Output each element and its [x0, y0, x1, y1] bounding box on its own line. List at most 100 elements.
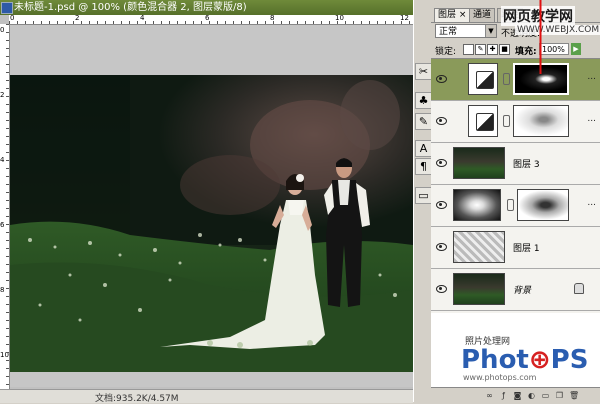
layer-name: 图层 1	[513, 244, 540, 254]
layer-name: 背景	[513, 286, 532, 296]
ruler-tick	[201, 21, 202, 24]
ruler-tick	[6, 368, 9, 369]
link-layers-icon[interactable]: ∞	[485, 391, 494, 400]
ruler-tick	[401, 21, 402, 24]
status-document-size[interactable]: 文档:935.2K/4.57M	[95, 391, 179, 404]
ruler-tick	[6, 216, 9, 217]
ruler-tick	[217, 21, 218, 24]
eye-icon[interactable]	[436, 200, 447, 209]
ruler-tick	[169, 21, 170, 24]
layer-row-background[interactable]: 背景	[431, 269, 600, 311]
logo-url: www.photops.com	[463, 373, 537, 382]
blend-mode-select[interactable]: 正常 ▼	[435, 24, 497, 38]
tab-layers[interactable]: 图层 ×	[434, 8, 471, 22]
ruler-tick	[153, 21, 154, 24]
watermark-url: WWW.WEBJX.COM	[515, 25, 600, 35]
paragraph-icon[interactable]: ¶	[415, 158, 432, 175]
fill-arrow-icon[interactable]: ▶	[571, 43, 581, 55]
ruler-tick	[6, 192, 9, 193]
layer-row-layer-3[interactable]: 图层 3	[431, 143, 600, 185]
canvas-area[interactable]	[10, 25, 413, 387]
text-icon[interactable]: A	[415, 140, 432, 157]
layer-row-channel-mixer-2[interactable]: ...	[431, 59, 600, 101]
ruler-tick	[73, 21, 74, 24]
layers-panel: 图层 × 通道 路径 正常 ▼ 不透明度: 锁定: ✎ ✚ ■ 填充: 100%…	[431, 0, 600, 403]
ruler-horizontal[interactable]: 0 2 4 6 8 10 12	[9, 14, 413, 25]
layer-row-gradient[interactable]: ...	[431, 185, 600, 227]
ruler-tick	[305, 21, 306, 24]
eye-icon[interactable]	[436, 116, 447, 125]
ruler-tick	[113, 21, 114, 24]
tools-icon[interactable]: ✂	[415, 63, 432, 80]
trash-icon[interactable]: 🗑	[569, 391, 579, 400]
ruler-tick	[6, 168, 9, 169]
ruler-tick	[6, 272, 9, 273]
lock-paint-icon[interactable]: ✎	[475, 44, 486, 55]
ruler-tick	[145, 21, 146, 24]
layer-thumbnail	[453, 231, 505, 263]
stamp-icon[interactable]: ♣	[415, 92, 432, 109]
layer-thumbnail	[453, 273, 505, 305]
ruler-tick	[6, 208, 9, 209]
link-icon[interactable]	[503, 73, 510, 85]
ruler-tick	[137, 21, 138, 24]
ruler-tick	[6, 280, 9, 281]
photoshop-file-icon	[1, 2, 13, 14]
ruler-tick	[313, 21, 314, 24]
new-layer-icon[interactable]: ❐	[555, 391, 564, 400]
ruler-tick	[6, 240, 9, 241]
ruler-tick	[289, 21, 290, 24]
ruler-tick	[6, 232, 9, 233]
adjustment-layer-icon[interactable]: ◐	[527, 391, 536, 400]
link-icon[interactable]	[503, 115, 510, 127]
new-group-icon[interactable]: ▭	[541, 391, 550, 400]
ruler-tick	[25, 21, 26, 24]
ruler-tick	[6, 256, 9, 257]
chevron-down-icon[interactable]: ▼	[485, 25, 496, 37]
dock-icon[interactable]: ▭	[415, 187, 432, 204]
ruler-tick	[57, 21, 58, 24]
layer-mask-thumbnail[interactable]	[517, 189, 569, 221]
document-titlebar[interactable]: 未标题-1.psd @ 100% (颜色混合器 2, 图层蒙版/8)	[0, 0, 413, 15]
ruler-tick	[33, 21, 34, 24]
layer-style-icon[interactable]: ƒ	[499, 391, 508, 400]
ruler-left-label: 6	[0, 221, 5, 229]
lock-transparent-icon[interactable]	[463, 44, 474, 55]
lock-all-icon[interactable]: ■	[499, 44, 510, 55]
ruler-tick	[6, 312, 9, 313]
link-icon[interactable]	[507, 199, 514, 211]
ruler-tick	[6, 296, 9, 297]
tab-channels[interactable]: 通道	[469, 8, 496, 22]
layer-row-adjustment[interactable]: ...	[431, 101, 600, 143]
lock-move-icon[interactable]: ✚	[487, 44, 498, 55]
layers-list: ... ... 图层 3 ... 图层 1 背景	[431, 58, 600, 313]
ruler-tick	[6, 56, 9, 57]
ruler-tick	[6, 304, 9, 305]
ruler-vertical[interactable]: 0 2 4 6 8 10	[0, 24, 10, 389]
eye-icon[interactable]	[436, 74, 447, 83]
ruler-tick	[281, 21, 282, 24]
layer-row-layer-1[interactable]: 图层 1	[431, 227, 600, 269]
eye-icon[interactable]	[436, 284, 447, 293]
document-window: 未标题-1.psd @ 100% (颜色混合器 2, 图层蒙版/8) 0 2 4 6 8…	[0, 0, 413, 404]
adjustment-thumbnail	[468, 105, 498, 137]
ruler-tick	[6, 320, 9, 321]
eye-icon[interactable]	[436, 242, 447, 251]
layer-mask-thumbnail[interactable]	[513, 105, 569, 137]
ruler-tick	[337, 21, 338, 24]
ruler-left-label: 2	[0, 91, 5, 99]
ruler-left-label: 8	[0, 286, 5, 294]
add-mask-icon[interactable]: ◙	[513, 391, 522, 400]
fill-input[interactable]: 100%	[539, 43, 569, 55]
ruler-tick	[81, 21, 82, 24]
ruler-tick	[6, 64, 9, 65]
ruler-tick	[273, 21, 274, 24]
brush-icon[interactable]: ✎	[415, 113, 432, 130]
ruler-tick	[161, 21, 162, 24]
photops-logo-area: 照片处理网 Phot⊕PS www.photops.com	[431, 313, 600, 387]
eye-icon[interactable]	[436, 158, 447, 167]
blend-mode-value: 正常	[439, 27, 458, 37]
ruler-tick	[6, 120, 9, 121]
layer-name: 图层 3	[513, 160, 540, 170]
ruler-tick	[6, 344, 9, 345]
